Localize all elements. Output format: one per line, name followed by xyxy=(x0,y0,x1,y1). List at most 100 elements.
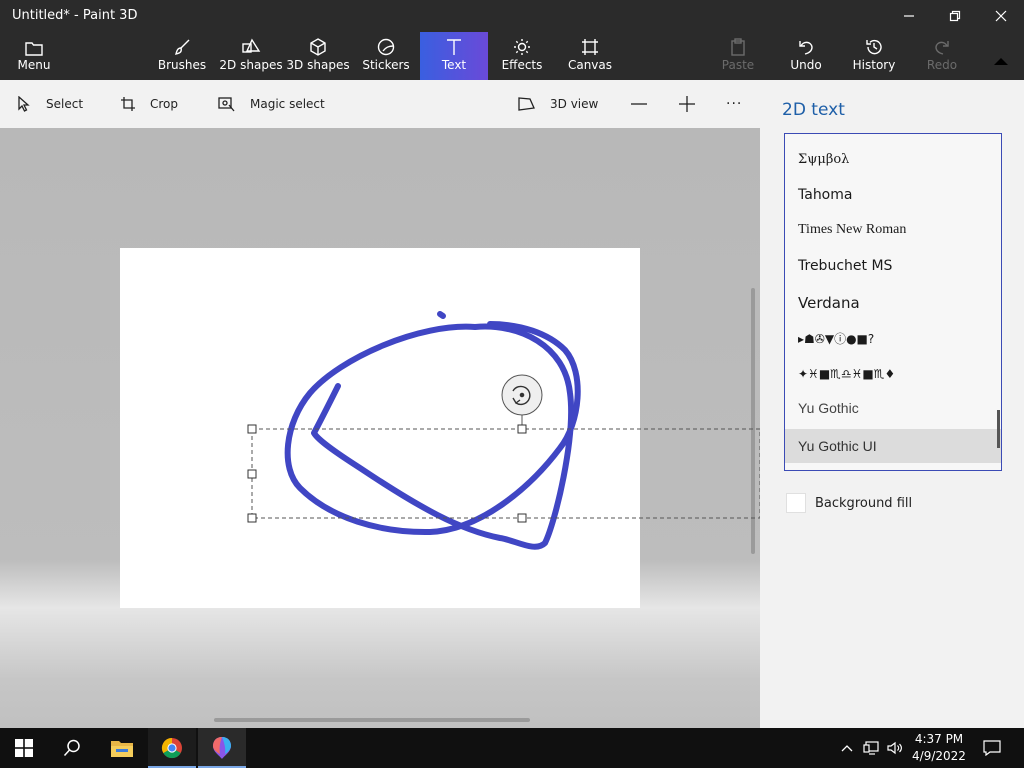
font-dropdown-list[interactable]: Σψμβολ Tahoma Times New Roman Trebuchet … xyxy=(784,133,1002,471)
cursor-icon xyxy=(18,96,30,112)
stickers-button[interactable]: Stickers xyxy=(356,32,416,80)
3d-shapes-button[interactable]: 3D shapes xyxy=(286,32,350,80)
sun-icon xyxy=(514,39,530,55)
3d-view-button[interactable]: 3D view xyxy=(518,80,598,128)
close-button[interactable] xyxy=(978,0,1024,32)
paste-label: Paste xyxy=(721,58,755,72)
magic-select-button[interactable]: Magic select xyxy=(218,80,325,128)
2d-shapes-label: 2D shapes xyxy=(219,58,283,72)
panel-title: 2D text xyxy=(782,100,845,120)
resize-handle-bottom-middle[interactable] xyxy=(517,513,527,523)
brushes-button[interactable]: Brushes xyxy=(152,32,212,80)
zoom-out-button[interactable] xyxy=(630,80,648,128)
paste-button[interactable]: Paste xyxy=(712,32,764,80)
restore-button[interactable] xyxy=(932,0,978,32)
crop-icon xyxy=(121,97,135,111)
clock-time: 4:37 PM xyxy=(914,732,964,746)
drawing-canvas[interactable] xyxy=(0,128,760,728)
3d-shapes-label: 3D shapes xyxy=(286,58,350,72)
font-option[interactable]: Tahoma xyxy=(785,178,1001,212)
notifications-button[interactable] xyxy=(976,728,1008,768)
show-hidden-icons-button[interactable] xyxy=(836,728,858,768)
effects-label: Effects xyxy=(501,58,543,72)
canvas-icon xyxy=(582,39,598,55)
undo-button[interactable]: Undo xyxy=(780,32,832,80)
clipboard-icon xyxy=(731,38,745,56)
2d-shapes-button[interactable]: 2D shapes xyxy=(218,32,284,80)
canvas-button[interactable]: Canvas xyxy=(562,32,618,80)
window-title: Untitled* - Paint 3D xyxy=(12,8,138,23)
search-icon xyxy=(63,739,80,757)
restore-icon xyxy=(949,10,961,22)
crop-label: Crop xyxy=(150,97,179,111)
search-button[interactable] xyxy=(48,728,96,768)
paint3d-icon xyxy=(213,737,231,759)
magic-select-label: Magic select xyxy=(250,97,325,111)
resize-handle-bottom-left[interactable] xyxy=(247,513,257,523)
zoom-in-button[interactable] xyxy=(678,80,696,128)
menu-button[interactable]: Menu xyxy=(0,32,68,80)
chrome-icon xyxy=(161,737,182,759)
network-icon xyxy=(863,741,879,755)
undo-label: Undo xyxy=(790,58,822,72)
more-options-button[interactable]: ··· xyxy=(726,80,742,128)
text-side-panel: 2D text Σψμβολ Tahoma Times New Roman Tr… xyxy=(760,80,1024,728)
collapse-ribbon-button[interactable] xyxy=(978,32,1024,80)
font-option[interactable]: Yu Gothic xyxy=(785,391,1001,425)
font-option[interactable]: ▸☗✇▼ⓘ●■? xyxy=(785,321,1001,355)
font-option[interactable]: Trebuchet MS xyxy=(785,249,1001,283)
undo-icon xyxy=(799,41,813,55)
redo-label: Redo xyxy=(926,58,958,72)
background-fill-checkbox[interactable] xyxy=(786,493,806,513)
3d-view-label: 3D view xyxy=(550,97,599,111)
notification-icon xyxy=(983,740,1001,756)
select-button[interactable]: Select xyxy=(16,80,83,128)
text-button[interactable]: Text xyxy=(420,32,488,80)
folder-icon xyxy=(25,42,43,56)
chevron-up-icon xyxy=(994,58,1008,65)
close-icon xyxy=(995,10,1007,22)
text-icon xyxy=(447,39,461,55)
crop-button[interactable]: Crop xyxy=(120,80,178,128)
minus-icon xyxy=(631,103,647,105)
resize-handle-top-left[interactable] xyxy=(247,424,257,434)
font-list-scrollbar[interactable] xyxy=(997,410,1000,448)
file-explorer-button[interactable] xyxy=(98,728,146,768)
history-icon xyxy=(866,39,882,55)
windows-icon xyxy=(15,739,33,757)
history-button[interactable]: History xyxy=(846,32,902,80)
font-option[interactable]: Times New Roman xyxy=(785,213,1001,247)
minimize-icon xyxy=(904,15,914,17)
canvas-page[interactable] xyxy=(120,248,640,608)
font-option[interactable]: ✦♓■♏♎♓■♏♦ xyxy=(785,357,1001,391)
scribble-stroke xyxy=(437,311,446,319)
font-option[interactable]: Σψμβολ xyxy=(785,142,1001,176)
rotate-handle[interactable] xyxy=(501,374,543,416)
chrome-button[interactable] xyxy=(148,728,196,768)
network-button[interactable] xyxy=(860,728,882,768)
brushes-label: Brushes xyxy=(157,58,207,72)
tool-options-bar: Select Crop Magic select 3D view ··· xyxy=(0,80,760,128)
cube-icon xyxy=(310,38,326,56)
speaker-icon xyxy=(887,741,902,755)
sticker-icon xyxy=(377,38,395,56)
system-clock[interactable]: 4:37 PM 4/9/2022 xyxy=(912,731,966,765)
paint3d-taskbar-button[interactable] xyxy=(198,728,246,768)
select-label: Select xyxy=(46,97,84,111)
folder-icon xyxy=(111,741,133,757)
redo-button[interactable]: Redo xyxy=(916,32,968,80)
minimize-button[interactable] xyxy=(886,0,932,32)
start-button[interactable] xyxy=(0,728,48,768)
3d-view-icon xyxy=(518,97,535,111)
history-label: History xyxy=(852,58,896,72)
effects-button[interactable]: Effects xyxy=(494,32,550,80)
redo-icon xyxy=(935,41,949,55)
resize-handle-middle-left[interactable] xyxy=(247,469,257,479)
font-option[interactable]: Verdana xyxy=(785,286,1001,320)
volume-button[interactable] xyxy=(884,728,906,768)
resize-handle-top-middle[interactable] xyxy=(517,424,527,434)
magic-select-icon xyxy=(218,97,235,112)
taskbar: 4:37 PM 4/9/2022 xyxy=(0,728,1024,768)
text-label: Text xyxy=(441,58,467,72)
font-option-selected[interactable]: Yu Gothic UI xyxy=(785,429,1001,463)
